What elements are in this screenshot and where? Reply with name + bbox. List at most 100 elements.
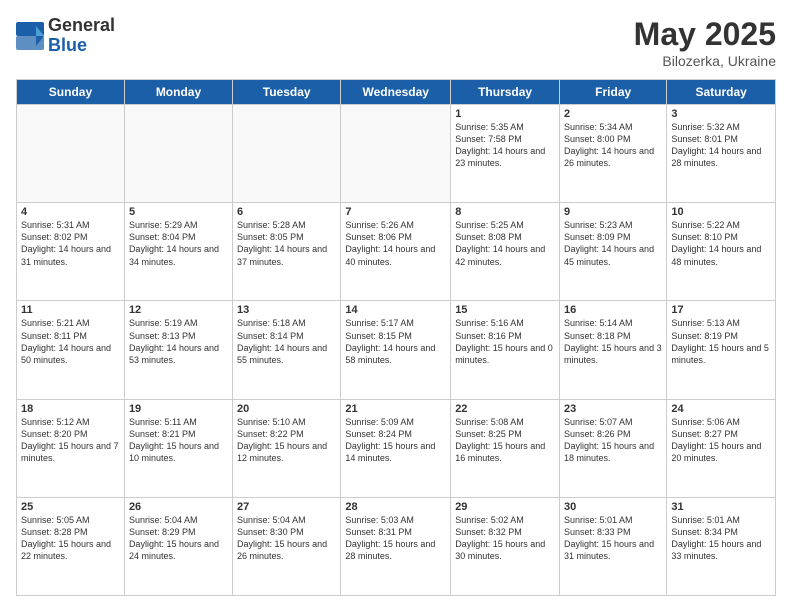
day-info: Sunrise: 5:01 AM Sunset: 8:34 PM Dayligh… bbox=[671, 514, 771, 563]
day-number: 22 bbox=[455, 403, 555, 415]
location-subtitle: Bilozerka, Ukraine bbox=[634, 53, 776, 69]
calendar-cell: 25Sunrise: 5:05 AM Sunset: 8:28 PM Dayli… bbox=[17, 497, 125, 595]
calendar-cell: 24Sunrise: 5:06 AM Sunset: 8:27 PM Dayli… bbox=[667, 399, 776, 497]
day-info: Sunrise: 5:01 AM Sunset: 8:33 PM Dayligh… bbox=[564, 514, 662, 563]
calendar-cell: 22Sunrise: 5:08 AM Sunset: 8:25 PM Dayli… bbox=[451, 399, 560, 497]
calendar-cell: 21Sunrise: 5:09 AM Sunset: 8:24 PM Dayli… bbox=[341, 399, 451, 497]
day-info: Sunrise: 5:22 AM Sunset: 8:10 PM Dayligh… bbox=[671, 219, 771, 268]
day-info: Sunrise: 5:21 AM Sunset: 8:11 PM Dayligh… bbox=[21, 317, 120, 366]
day-info: Sunrise: 5:16 AM Sunset: 8:16 PM Dayligh… bbox=[455, 317, 555, 366]
day-info: Sunrise: 5:03 AM Sunset: 8:31 PM Dayligh… bbox=[345, 514, 446, 563]
calendar-week-row: 11Sunrise: 5:21 AM Sunset: 8:11 PM Dayli… bbox=[17, 301, 776, 399]
weekday-header-monday: Monday bbox=[124, 80, 232, 105]
weekday-header-thursday: Thursday bbox=[451, 80, 560, 105]
weekday-header-wednesday: Wednesday bbox=[341, 80, 451, 105]
day-number: 19 bbox=[129, 403, 228, 415]
calendar-cell: 4Sunrise: 5:31 AM Sunset: 8:02 PM Daylig… bbox=[17, 203, 125, 301]
day-number: 9 bbox=[564, 206, 662, 218]
calendar-cell: 30Sunrise: 5:01 AM Sunset: 8:33 PM Dayli… bbox=[560, 497, 667, 595]
day-info: Sunrise: 5:26 AM Sunset: 8:06 PM Dayligh… bbox=[345, 219, 446, 268]
calendar-cell bbox=[233, 105, 341, 203]
day-number: 24 bbox=[671, 403, 771, 415]
day-info: Sunrise: 5:06 AM Sunset: 8:27 PM Dayligh… bbox=[671, 416, 771, 465]
day-number: 3 bbox=[671, 108, 771, 120]
day-info: Sunrise: 5:11 AM Sunset: 8:21 PM Dayligh… bbox=[129, 416, 228, 465]
day-number: 15 bbox=[455, 304, 555, 316]
day-number: 21 bbox=[345, 403, 446, 415]
day-info: Sunrise: 5:04 AM Sunset: 8:30 PM Dayligh… bbox=[237, 514, 336, 563]
day-info: Sunrise: 5:13 AM Sunset: 8:19 PM Dayligh… bbox=[671, 317, 771, 366]
logo-icon bbox=[16, 22, 44, 50]
day-info: Sunrise: 5:07 AM Sunset: 8:26 PM Dayligh… bbox=[564, 416, 662, 465]
calendar-week-row: 1Sunrise: 5:35 AM Sunset: 7:58 PM Daylig… bbox=[17, 105, 776, 203]
day-number: 14 bbox=[345, 304, 446, 316]
day-number: 4 bbox=[21, 206, 120, 218]
calendar-cell: 14Sunrise: 5:17 AM Sunset: 8:15 PM Dayli… bbox=[341, 301, 451, 399]
day-number: 31 bbox=[671, 501, 771, 513]
day-number: 17 bbox=[671, 304, 771, 316]
day-number: 27 bbox=[237, 501, 336, 513]
day-number: 13 bbox=[237, 304, 336, 316]
calendar-cell: 5Sunrise: 5:29 AM Sunset: 8:04 PM Daylig… bbox=[124, 203, 232, 301]
logo-blue-text: Blue bbox=[48, 36, 115, 56]
day-number: 8 bbox=[455, 206, 555, 218]
calendar-week-row: 18Sunrise: 5:12 AM Sunset: 8:20 PM Dayli… bbox=[17, 399, 776, 497]
calendar-cell: 26Sunrise: 5:04 AM Sunset: 8:29 PM Dayli… bbox=[124, 497, 232, 595]
day-info: Sunrise: 5:08 AM Sunset: 8:25 PM Dayligh… bbox=[455, 416, 555, 465]
logo-text: General Blue bbox=[48, 16, 115, 56]
day-info: Sunrise: 5:32 AM Sunset: 8:01 PM Dayligh… bbox=[671, 121, 771, 170]
calendar-cell: 28Sunrise: 5:03 AM Sunset: 8:31 PM Dayli… bbox=[341, 497, 451, 595]
calendar-cell: 27Sunrise: 5:04 AM Sunset: 8:30 PM Dayli… bbox=[233, 497, 341, 595]
logo: General Blue bbox=[16, 16, 115, 56]
calendar-cell: 3Sunrise: 5:32 AM Sunset: 8:01 PM Daylig… bbox=[667, 105, 776, 203]
day-info: Sunrise: 5:14 AM Sunset: 8:18 PM Dayligh… bbox=[564, 317, 662, 366]
calendar-cell: 2Sunrise: 5:34 AM Sunset: 8:00 PM Daylig… bbox=[560, 105, 667, 203]
page: General Blue May 2025 Bilozerka, Ukraine… bbox=[0, 0, 792, 612]
weekday-header-friday: Friday bbox=[560, 80, 667, 105]
calendar-cell: 6Sunrise: 5:28 AM Sunset: 8:05 PM Daylig… bbox=[233, 203, 341, 301]
calendar-cell: 18Sunrise: 5:12 AM Sunset: 8:20 PM Dayli… bbox=[17, 399, 125, 497]
calendar-table: SundayMondayTuesdayWednesdayThursdayFrid… bbox=[16, 79, 776, 596]
weekday-header-saturday: Saturday bbox=[667, 80, 776, 105]
calendar-cell: 31Sunrise: 5:01 AM Sunset: 8:34 PM Dayli… bbox=[667, 497, 776, 595]
day-info: Sunrise: 5:17 AM Sunset: 8:15 PM Dayligh… bbox=[345, 317, 446, 366]
header: General Blue May 2025 Bilozerka, Ukraine bbox=[16, 16, 776, 69]
calendar-cell: 12Sunrise: 5:19 AM Sunset: 8:13 PM Dayli… bbox=[124, 301, 232, 399]
day-info: Sunrise: 5:10 AM Sunset: 8:22 PM Dayligh… bbox=[237, 416, 336, 465]
calendar-cell: 15Sunrise: 5:16 AM Sunset: 8:16 PM Dayli… bbox=[451, 301, 560, 399]
day-number: 6 bbox=[237, 206, 336, 218]
title-block: May 2025 Bilozerka, Ukraine bbox=[634, 16, 776, 69]
day-number: 23 bbox=[564, 403, 662, 415]
calendar-cell: 16Sunrise: 5:14 AM Sunset: 8:18 PM Dayli… bbox=[560, 301, 667, 399]
day-info: Sunrise: 5:02 AM Sunset: 8:32 PM Dayligh… bbox=[455, 514, 555, 563]
day-info: Sunrise: 5:19 AM Sunset: 8:13 PM Dayligh… bbox=[129, 317, 228, 366]
calendar-week-row: 4Sunrise: 5:31 AM Sunset: 8:02 PM Daylig… bbox=[17, 203, 776, 301]
day-number: 18 bbox=[21, 403, 120, 415]
calendar-cell: 17Sunrise: 5:13 AM Sunset: 8:19 PM Dayli… bbox=[667, 301, 776, 399]
day-info: Sunrise: 5:09 AM Sunset: 8:24 PM Dayligh… bbox=[345, 416, 446, 465]
calendar-cell: 19Sunrise: 5:11 AM Sunset: 8:21 PM Dayli… bbox=[124, 399, 232, 497]
calendar-cell: 13Sunrise: 5:18 AM Sunset: 8:14 PM Dayli… bbox=[233, 301, 341, 399]
day-info: Sunrise: 5:28 AM Sunset: 8:05 PM Dayligh… bbox=[237, 219, 336, 268]
day-number: 7 bbox=[345, 206, 446, 218]
day-info: Sunrise: 5:23 AM Sunset: 8:09 PM Dayligh… bbox=[564, 219, 662, 268]
day-number: 28 bbox=[345, 501, 446, 513]
day-info: Sunrise: 5:35 AM Sunset: 7:58 PM Dayligh… bbox=[455, 121, 555, 170]
calendar-cell bbox=[341, 105, 451, 203]
day-number: 12 bbox=[129, 304, 228, 316]
day-info: Sunrise: 5:31 AM Sunset: 8:02 PM Dayligh… bbox=[21, 219, 120, 268]
weekday-header-sunday: Sunday bbox=[17, 80, 125, 105]
day-number: 25 bbox=[21, 501, 120, 513]
calendar-cell: 7Sunrise: 5:26 AM Sunset: 8:06 PM Daylig… bbox=[341, 203, 451, 301]
calendar-cell: 23Sunrise: 5:07 AM Sunset: 8:26 PM Dayli… bbox=[560, 399, 667, 497]
calendar-cell bbox=[124, 105, 232, 203]
day-number: 2 bbox=[564, 108, 662, 120]
day-number: 26 bbox=[129, 501, 228, 513]
day-number: 29 bbox=[455, 501, 555, 513]
day-number: 1 bbox=[455, 108, 555, 120]
calendar-cell: 8Sunrise: 5:25 AM Sunset: 8:08 PM Daylig… bbox=[451, 203, 560, 301]
day-info: Sunrise: 5:18 AM Sunset: 8:14 PM Dayligh… bbox=[237, 317, 336, 366]
day-info: Sunrise: 5:12 AM Sunset: 8:20 PM Dayligh… bbox=[21, 416, 120, 465]
logo-general-text: General bbox=[48, 16, 115, 36]
day-number: 5 bbox=[129, 206, 228, 218]
